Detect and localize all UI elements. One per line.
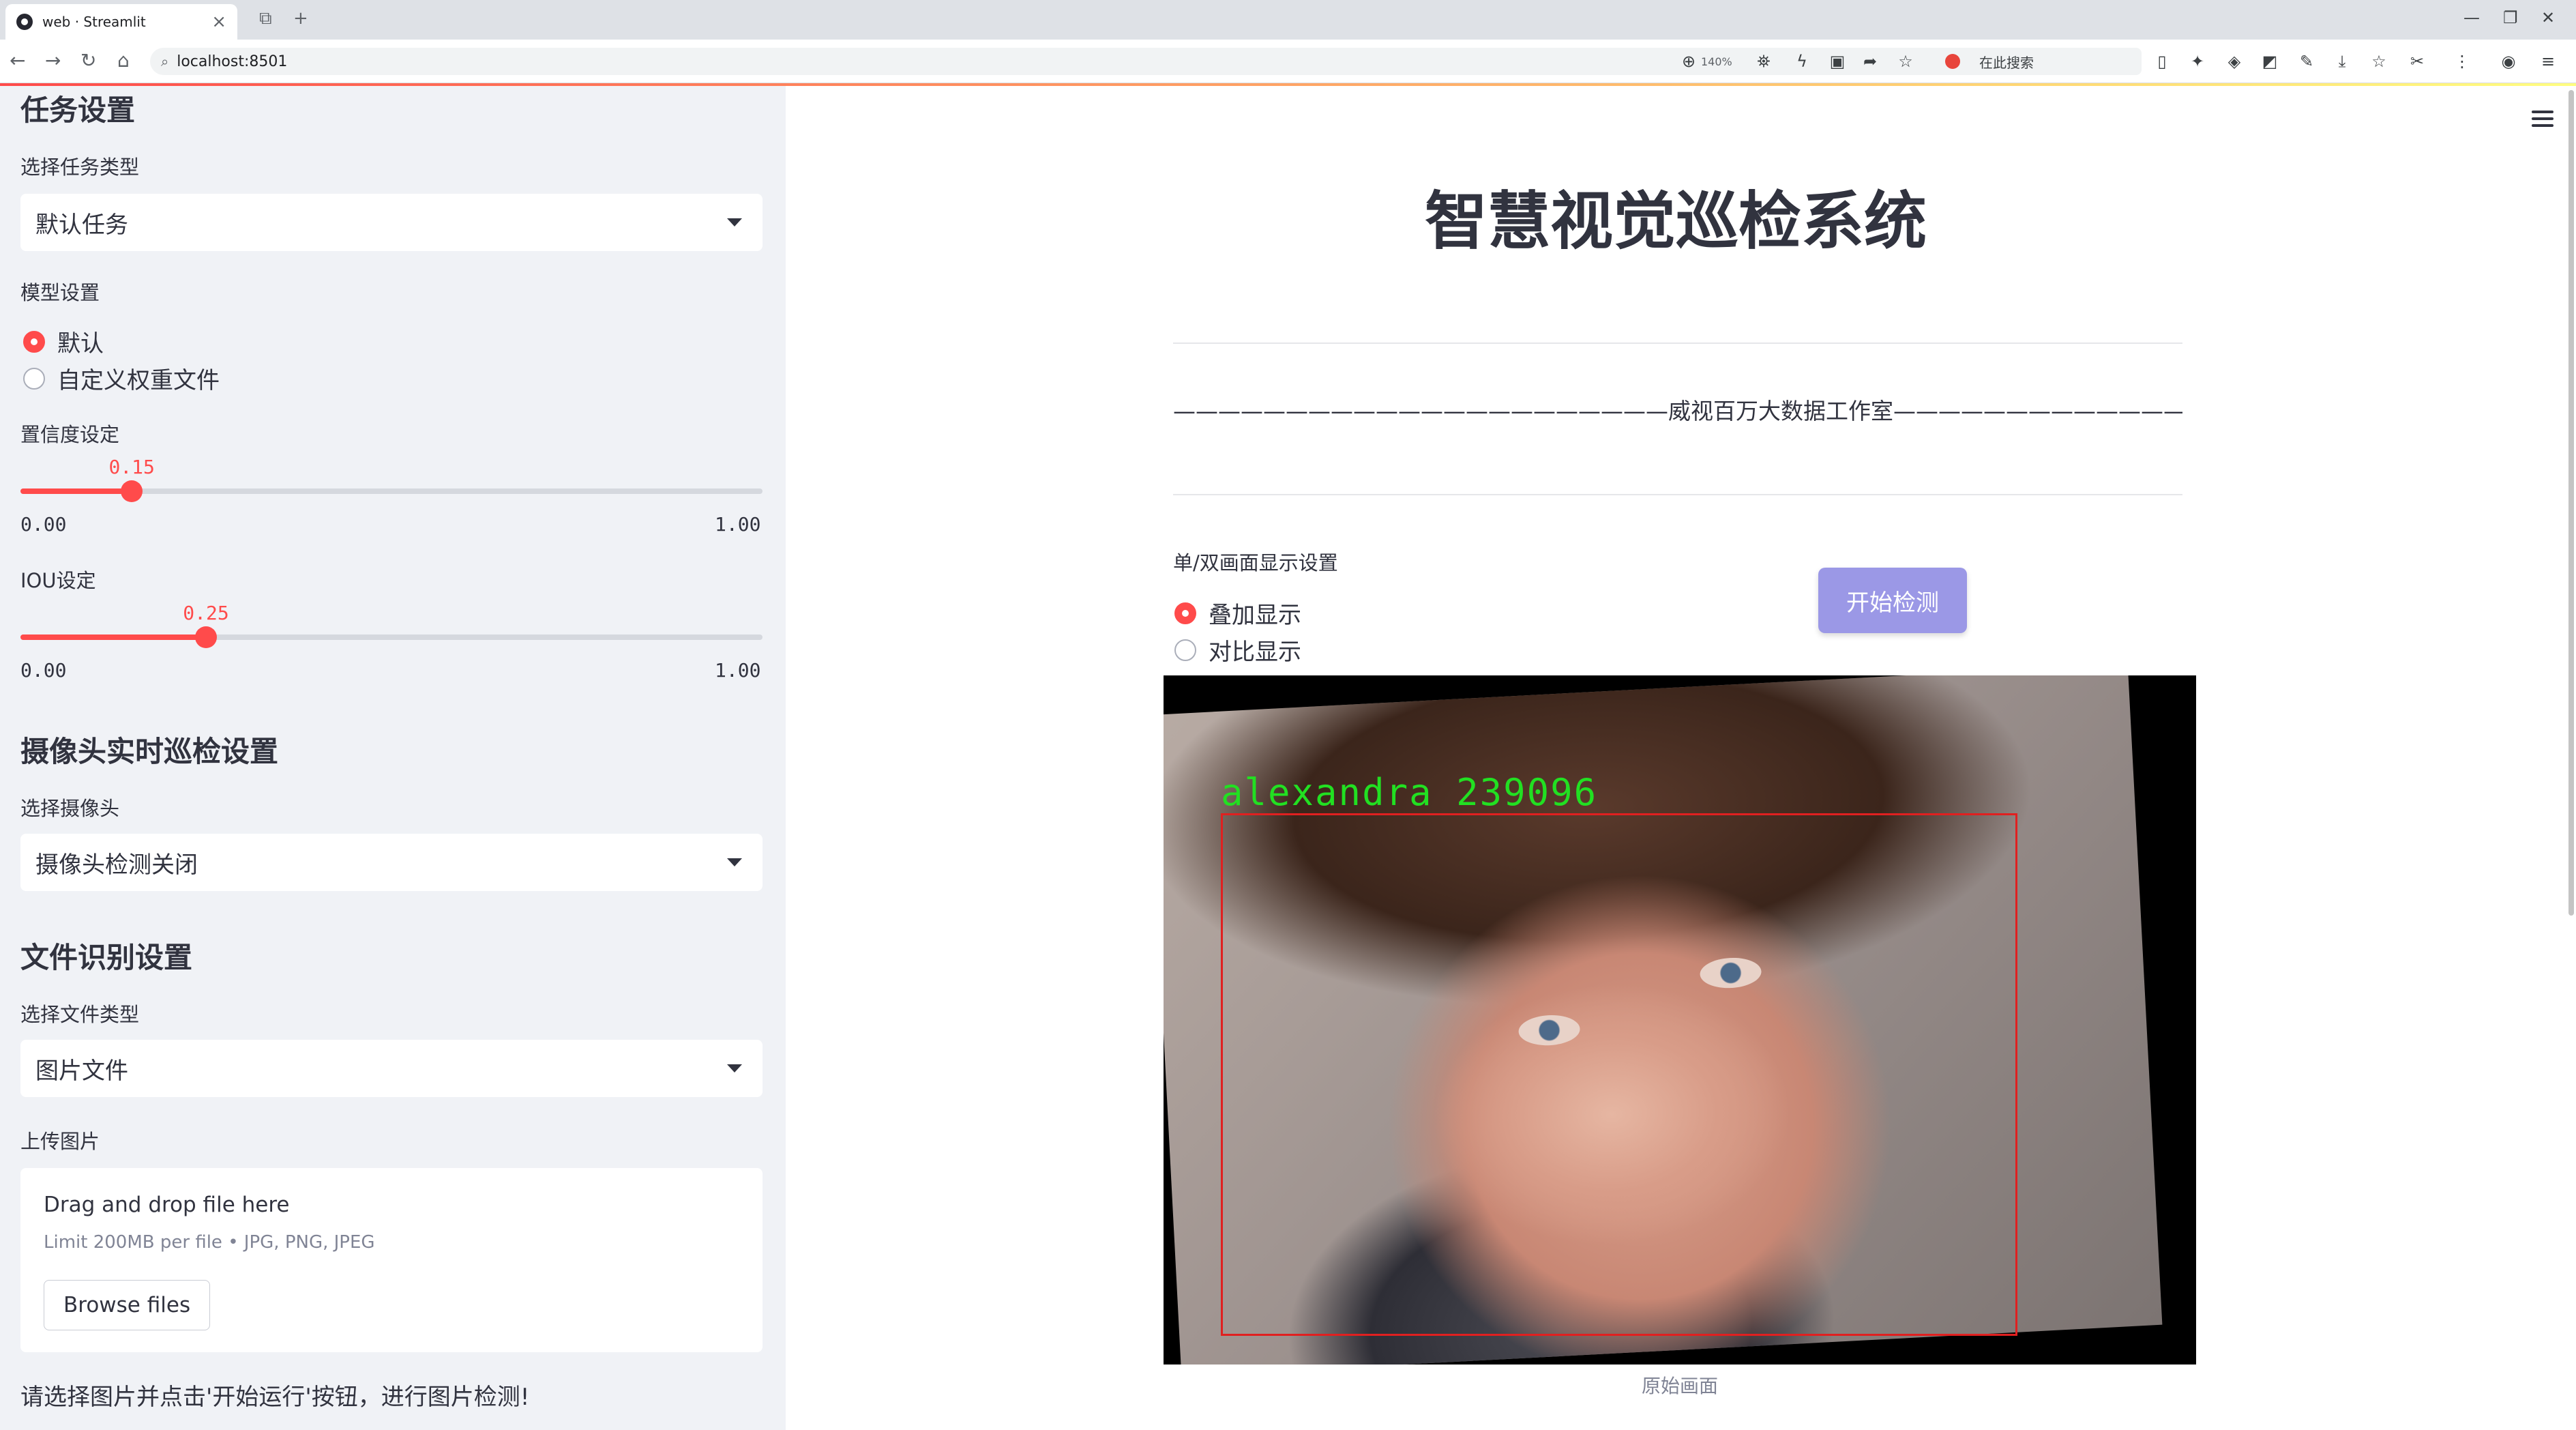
iou-label: IOU设定	[20, 569, 96, 592]
iou-slider-fill	[20, 634, 206, 640]
radio-unselected-icon[interactable]	[23, 367, 45, 390]
display-option-overlay: 叠加显示	[1209, 602, 1301, 629]
radio-selected-icon[interactable]	[23, 330, 45, 353]
share-icon[interactable]: ➦	[1861, 52, 1880, 71]
header-decoration	[0, 83, 2576, 86]
url-text: localhost:8501	[177, 53, 288, 70]
profile-avatar-icon[interactable]: ◉	[2499, 52, 2518, 71]
streamlit-favicon-icon	[16, 14, 33, 30]
extension-color-icon[interactable]: ✦	[2188, 52, 2207, 71]
upload-label: 上传图片	[20, 1130, 100, 1153]
lightning-icon[interactable]: ϟ	[1792, 52, 1811, 71]
browse-files-button[interactable]: Browse files	[44, 1280, 211, 1330]
divider-top	[1173, 342, 2182, 344]
reload-icon[interactable]: ↻	[80, 49, 96, 72]
hamburger-menu-icon[interactable]	[2532, 111, 2553, 131]
tab-groups-icon[interactable]: ⧉	[259, 8, 272, 29]
search-placeholder: 在此搜索	[1979, 54, 2034, 71]
task-settings-header: 任务设置	[20, 93, 136, 127]
search-icon: ⌕	[161, 53, 169, 70]
file-settings-header: 文件识别设置	[20, 941, 193, 974]
new-tab-icon[interactable]: +	[293, 8, 308, 29]
model-radio-default[interactable]: 默认	[23, 325, 104, 358]
extension-blue-icon[interactable]: ◈	[2225, 52, 2244, 71]
start-detection-button[interactable]: 开始检测	[1818, 568, 1967, 633]
camera-settings-header: 摄像头实时巡检设置	[20, 735, 279, 768]
zoom-icon[interactable]: ⊕	[1679, 52, 1698, 71]
camera-select[interactable]: 摄像头检测关闭	[20, 834, 763, 891]
extension-translate-icon[interactable]: ◩	[2260, 52, 2279, 71]
studio-line: ——————————————————————威视百万大数据工作室————————…	[1173, 398, 2182, 424]
confidence-value: 0.15	[108, 456, 155, 478]
model-settings-label: 模型设置	[20, 281, 100, 304]
display-radio-overlay[interactable]: 叠加显示	[1174, 596, 1301, 630]
browser-tab[interactable]: web · Streamlit ×	[5, 4, 237, 40]
translate-icon[interactable]: ⛯	[1754, 52, 1773, 71]
iou-slider-thumb[interactable]	[195, 626, 217, 648]
chevron-down-icon	[727, 1064, 742, 1072]
tab-title: web · Streamlit	[42, 14, 146, 30]
browser-toolbar: ← → ↻ ⌂ ⌕ localhost:8501 ⊕ 140% ⛯ ϟ ▣ ➦ …	[0, 40, 2576, 83]
image-caption: 原始画面	[1641, 1375, 1718, 1397]
task-type-value: 默认任务	[35, 211, 128, 239]
back-icon[interactable]: ←	[10, 49, 25, 72]
chevron-down-icon	[727, 858, 742, 866]
iou-min: 0.00	[20, 659, 67, 682]
zoom-level: 140%	[1701, 55, 1732, 68]
menu-icon[interactable]: ≡	[2538, 52, 2558, 71]
search-engine-icon	[1945, 54, 1960, 69]
close-window-icon[interactable]: ✕	[2541, 8, 2555, 27]
page-title: 智慧视觉巡检系统	[1424, 185, 1927, 258]
home-icon[interactable]: ⌂	[117, 49, 130, 72]
iou-value: 0.25	[183, 602, 229, 624]
download-icon[interactable]: ⤓	[2333, 52, 2352, 71]
confidence-label: 置信度设定	[20, 423, 120, 446]
confidence-slider-fill	[20, 488, 132, 494]
camera-value: 摄像头检测关闭	[35, 851, 198, 879]
extension-pen-icon[interactable]: ✎	[2297, 52, 2316, 71]
task-type-label: 选择任务类型	[20, 156, 140, 179]
phone-icon[interactable]: ▯	[2152, 52, 2172, 71]
bookmark-star-icon[interactable]: ☆	[1896, 52, 1915, 71]
model-option-default: 默认	[57, 330, 104, 358]
confidence-min: 0.00	[20, 513, 67, 536]
dropzone-limit: Limit 200MB per file • JPG, PNG, JPEG	[44, 1232, 375, 1253]
display-mode-label: 单/双画面显示设置	[1173, 551, 1338, 574]
file-type-label: 选择文件类型	[20, 1003, 140, 1026]
minimize-icon[interactable]: —	[2463, 8, 2480, 27]
forward-icon[interactable]: →	[45, 49, 61, 72]
divider-bottom	[1173, 494, 2182, 495]
scrollbar[interactable]	[2568, 90, 2574, 916]
more-vertical-icon[interactable]: ⋮	[2453, 52, 2472, 71]
chevron-down-icon	[727, 218, 742, 227]
sidebar-instruction: 请选择图片并点击'开始运行'按钮，进行图片检测!	[20, 1384, 530, 1411]
task-type-select[interactable]: 默认任务	[20, 194, 763, 251]
file-type-select[interactable]: 图片文件	[20, 1040, 763, 1097]
scissors-icon[interactable]: ✂	[2408, 52, 2427, 71]
confidence-max: 1.00	[715, 513, 761, 536]
restore-icon[interactable]: ❐	[2503, 8, 2518, 27]
radio-unselected-icon[interactable]	[1174, 639, 1196, 661]
confidence-slider-thumb[interactable]	[121, 480, 143, 502]
confidence-slider[interactable]	[20, 480, 763, 502]
file-uploader-dropzone[interactable]: Drag and drop file here Limit 200MB per …	[20, 1168, 763, 1352]
browser-search-box[interactable]: 在此搜索	[1937, 48, 2142, 75]
browser-tab-bar: web · Streamlit × ⧉ + — ❐ ✕	[0, 0, 2576, 40]
close-tab-icon[interactable]: ×	[211, 12, 226, 32]
screenshot-icon[interactable]: ▣	[1828, 52, 1847, 71]
dropzone-title: Drag and drop file here	[44, 1193, 290, 1217]
camera-label: 选择摄像头	[20, 797, 120, 820]
display-radio-compare[interactable]: 对比显示	[1174, 633, 1301, 667]
detection-label: alexandra 239096	[1221, 771, 1598, 814]
iou-max: 1.00	[715, 659, 761, 682]
file-type-value: 图片文件	[35, 1057, 128, 1085]
iou-slider[interactable]	[20, 626, 763, 648]
model-radio-custom[interactable]: 自定义权重文件	[23, 362, 220, 395]
display-option-compare: 对比显示	[1209, 639, 1301, 666]
favorites-icon[interactable]: ☆	[2369, 52, 2388, 71]
model-option-custom: 自定义权重文件	[57, 367, 220, 394]
radio-selected-icon[interactable]	[1174, 602, 1196, 624]
detection-bounding-box	[1221, 813, 2017, 1336]
